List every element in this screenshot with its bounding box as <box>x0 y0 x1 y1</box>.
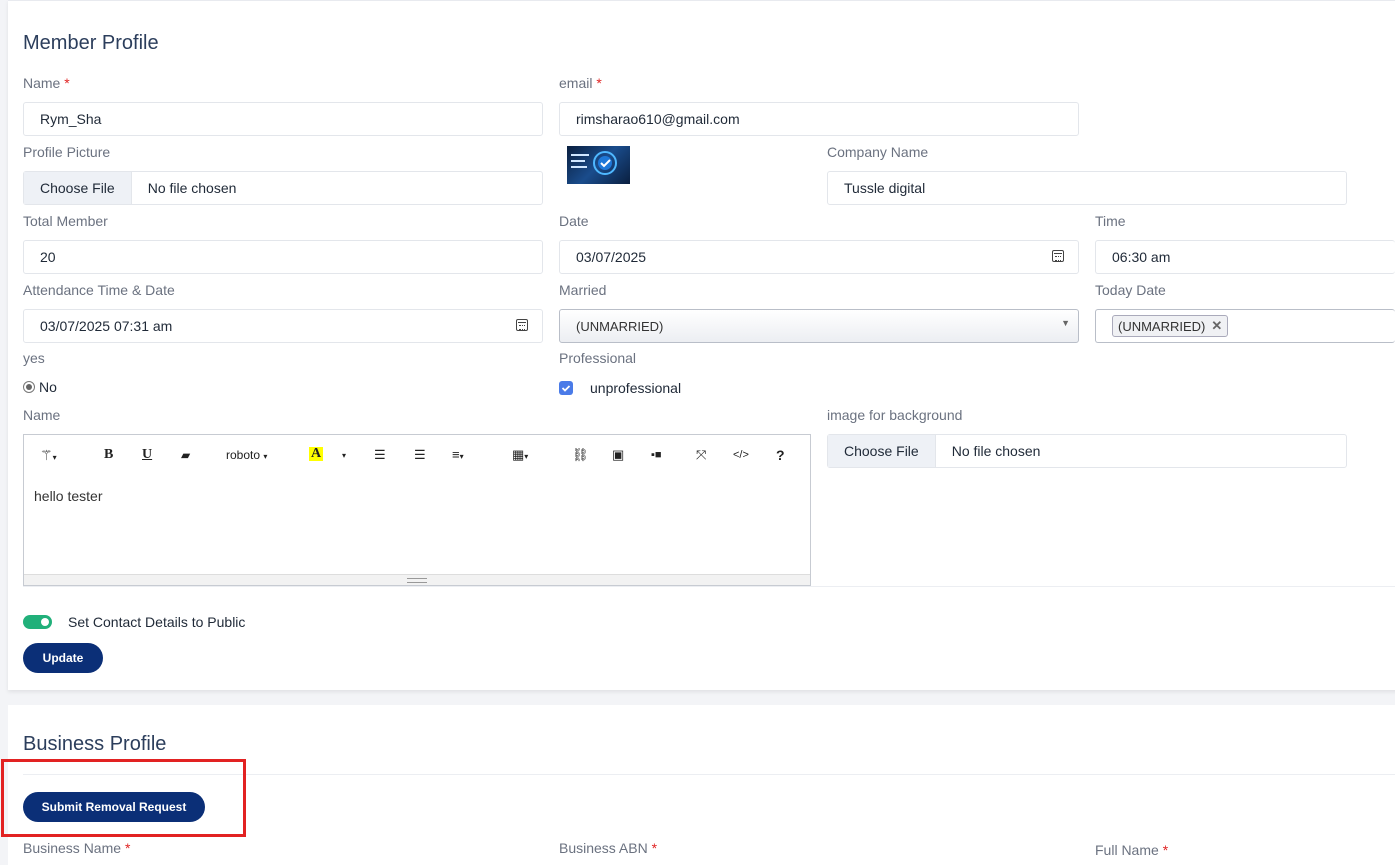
date-input[interactable]: 03/07/2025 <box>559 240 1079 274</box>
time-input[interactable]: 06:30 am <box>1095 240 1395 274</box>
choose-file-button[interactable]: Choose File <box>24 172 132 204</box>
underline-icon[interactable]: U <box>142 447 152 463</box>
attendance-datetime-input[interactable]: 03/07/2025 07:31 am <box>23 309 543 343</box>
professional-checkbox-label: unprofessional <box>590 380 682 396</box>
attendance-label: Attendance Time & Date <box>23 282 175 298</box>
profile-picture-thumbnail <box>567 146 630 184</box>
full-name-label: Full Name * <box>1095 842 1169 858</box>
video-icon[interactable]: ▪■ <box>651 449 662 461</box>
calendar-icon[interactable] <box>1052 250 1064 262</box>
editor-content[interactable]: hello tester <box>24 475 810 517</box>
picture-icon[interactable]: ▣ <box>612 447 624 463</box>
name-label: Name * <box>23 75 70 91</box>
help-icon[interactable]: ? <box>776 447 785 463</box>
selected-tag: (UNMARRIED) ✕ <box>1112 315 1229 337</box>
professional-checkbox[interactable]: unprofessional <box>559 380 681 396</box>
align-icon[interactable]: ≡▾ <box>452 447 464 462</box>
unordered-list-icon[interactable]: ☰ <box>374 447 386 463</box>
business-profile-title: Business Profile <box>23 733 167 755</box>
business-name-label: Business Name * <box>23 840 131 856</box>
business-abn-label: Business ABN * <box>559 840 658 856</box>
editor-toolbar: ⚚▾ B U ▰ roboto ▾ A ▾ ☰ ☰ ≡▾ ▦▾ ⛓ ▣ ▪■ ⤧… <box>24 435 810 475</box>
ordered-list-icon[interactable]: ☰ <box>414 447 426 463</box>
checkbox-checked-icon[interactable] <box>559 381 573 395</box>
calendar-icon[interactable] <box>516 319 528 331</box>
radio-no[interactable]: No <box>23 379 57 395</box>
editor-resize-handle[interactable] <box>24 574 810 585</box>
choose-file-button[interactable]: Choose File <box>828 435 936 467</box>
update-button[interactable]: Update <box>23 643 103 673</box>
public-toggle[interactable] <box>23 615 52 629</box>
font-color-dropdown[interactable]: ▾ <box>342 451 346 460</box>
profile-picture-file-input[interactable]: Choose File No file chosen <box>23 171 543 205</box>
chevron-down-icon: ▼ <box>1061 318 1070 328</box>
remove-tag-icon[interactable]: ✕ <box>1211 318 1222 334</box>
radio-icon[interactable] <box>23 381 35 393</box>
editor-label: Name <box>23 407 61 423</box>
magic-wand-icon[interactable]: ⚚▾ <box>40 447 57 464</box>
fullscreen-icon[interactable]: ⤧ <box>696 447 706 463</box>
code-view-icon[interactable]: </> <box>733 449 749 461</box>
date-label: Date <box>559 213 589 229</box>
table-icon[interactable]: ▦▾ <box>512 447 528 463</box>
file-status: No file chosen <box>147 180 237 196</box>
married-label: Married <box>559 282 607 298</box>
total-member-input[interactable]: 20 <box>23 240 543 274</box>
profile-picture-label: Profile Picture <box>23 144 111 160</box>
email-input[interactable]: rimsharao610@gmail.com <box>559 102 1079 136</box>
divider <box>23 586 1395 587</box>
eraser-icon[interactable]: ▰ <box>181 448 190 462</box>
today-date-multiselect[interactable]: (UNMARRIED) ✕ <box>1095 309 1395 343</box>
company-name-input[interactable]: Tussle digital <box>827 171 1347 205</box>
link-icon[interactable]: ⛓ <box>572 447 589 463</box>
public-toggle-label: Set Contact Details to Public <box>68 614 246 630</box>
member-profile-title: Member Profile <box>23 32 159 54</box>
rich-text-editor[interactable]: ⚚▾ B U ▰ roboto ▾ A ▾ ☰ ☰ ≡▾ ▦▾ ⛓ ▣ ▪■ ⤧… <box>23 434 811 586</box>
yes-label: yes <box>23 350 45 366</box>
font-color-icon[interactable]: A <box>309 447 324 461</box>
today-date-label: Today Date <box>1095 282 1166 298</box>
bg-image-label: image for background <box>827 407 963 423</box>
bg-image-file-input[interactable]: Choose File No file chosen <box>827 434 1347 468</box>
time-label: Time <box>1095 213 1126 229</box>
radio-no-label: No <box>39 379 57 395</box>
total-member-label: Total Member <box>23 213 108 229</box>
married-select[interactable]: (UNMARRIED) ▼ <box>559 309 1079 343</box>
company-name-label: Company Name <box>827 144 929 160</box>
email-label: email * <box>559 75 602 91</box>
professional-label: Professional <box>559 350 637 366</box>
bold-icon[interactable]: B <box>104 447 113 463</box>
font-family-dropdown[interactable]: roboto ▾ <box>226 448 267 462</box>
name-input[interactable]: Rym_Sha <box>23 102 543 136</box>
highlight-box <box>1 759 246 837</box>
file-status: No file chosen <box>951 443 1041 459</box>
